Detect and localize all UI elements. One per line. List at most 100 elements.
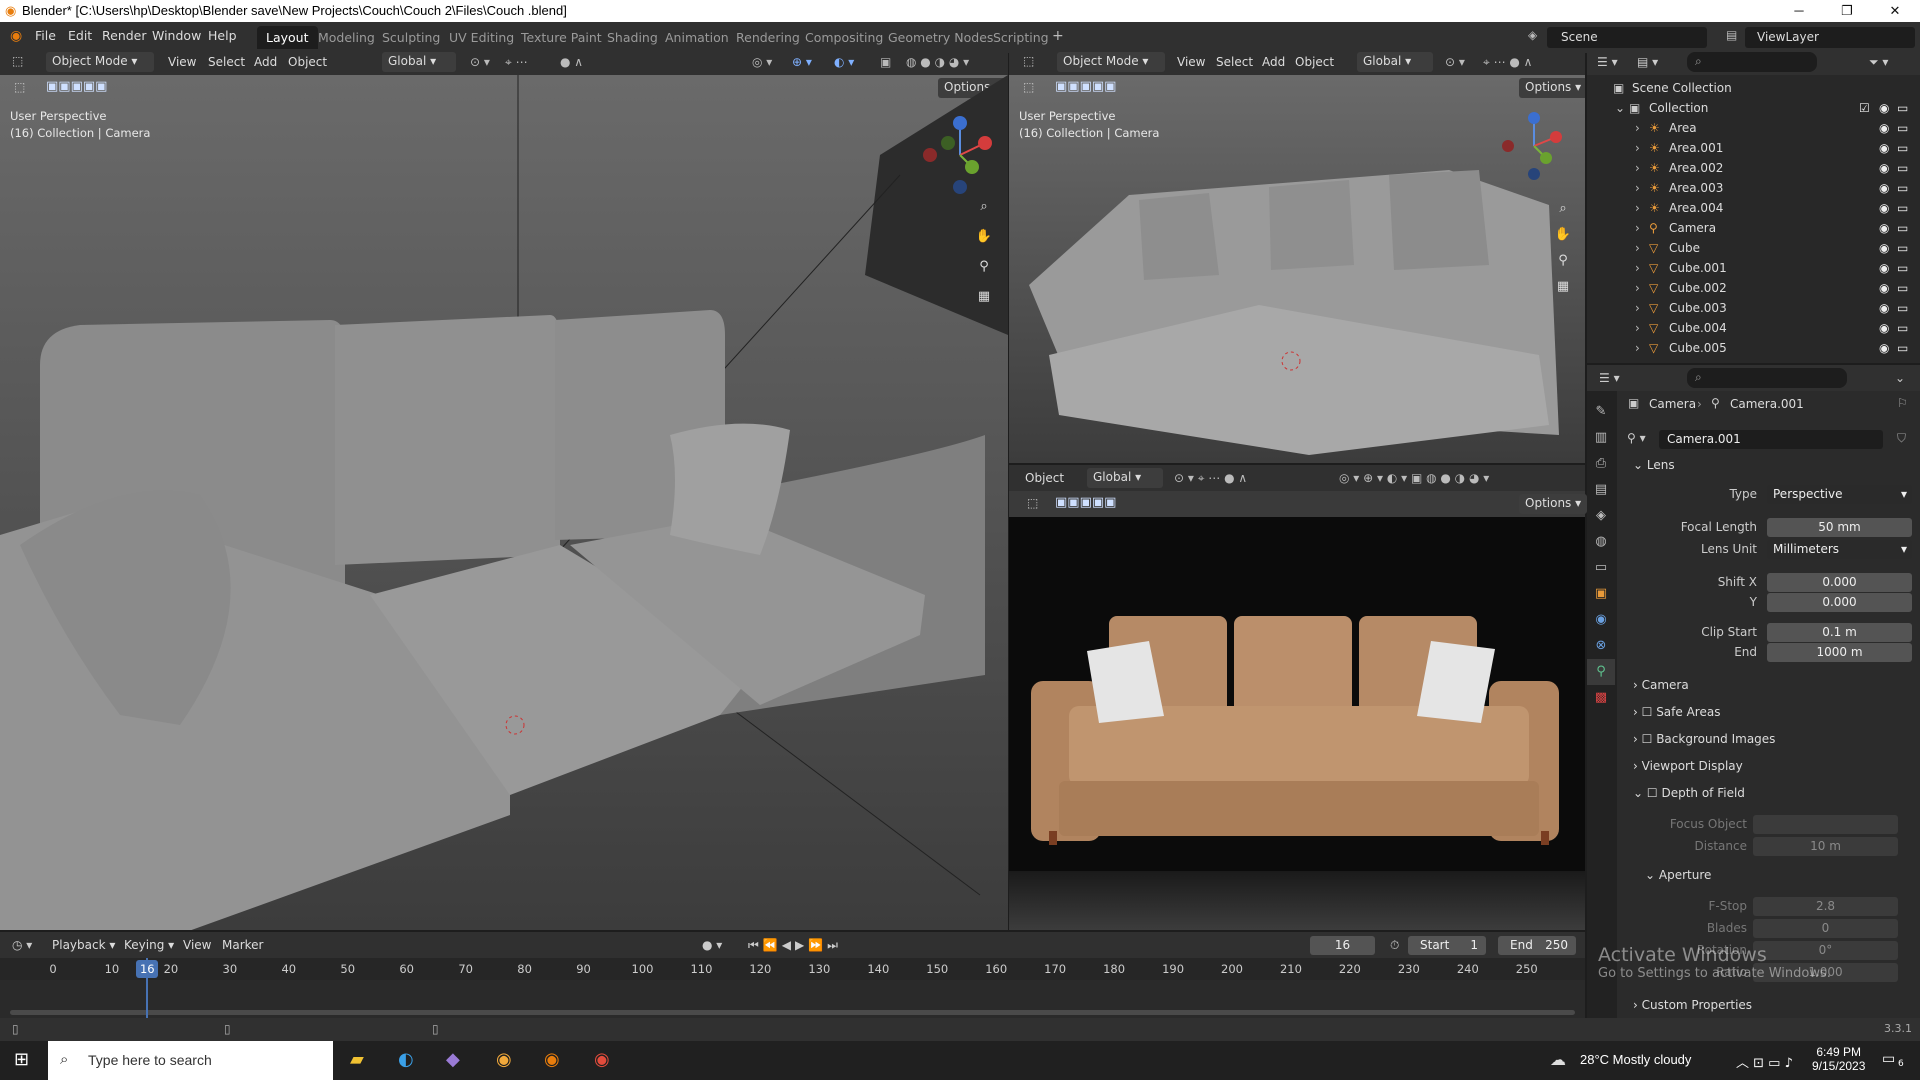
right-3d-viewport[interactable]: ⬚ ▣▣▣▣▣ Options ▾ User Perspective (16) …	[1009, 75, 1585, 463]
tab-sculpting[interactable]: Sculpting	[373, 26, 449, 49]
eye-icon[interactable]: ◉	[1879, 201, 1889, 215]
eye-icon[interactable]: ◉	[1879, 101, 1889, 115]
output-tab-icon[interactable]: ⎙	[1587, 451, 1615, 477]
gizmo-icon[interactable]: ⊕ ▾	[792, 55, 812, 69]
blades-field[interactable]: 0	[1753, 919, 1898, 938]
camera-icon[interactable]: ▭	[1897, 221, 1908, 235]
camera-icon[interactable]: ▭	[1897, 341, 1908, 355]
shield-icon[interactable]: ⛉	[1897, 431, 1906, 446]
camera-icon[interactable]: ▭	[1897, 321, 1908, 335]
physics-tab-icon[interactable]: ◉	[1587, 607, 1615, 633]
notification-icon[interactable]: ▭	[1882, 1051, 1895, 1067]
tab-uv-editing[interactable]: UV Editing	[440, 26, 523, 49]
pivot-icon[interactable]: ⊙ ▾ ⌖ ⋯ ● ∧	[1174, 471, 1247, 486]
playhead-frame-label[interactable]: 16	[136, 960, 159, 978]
expand-arrow-icon[interactable]: ⌄	[1615, 101, 1625, 115]
custom-properties-panel-header[interactable]: › Custom Properties	[1633, 998, 1752, 1012]
grid-view-icon[interactable]: ▦	[1551, 275, 1575, 299]
left-menu-object[interactable]: Object	[288, 55, 327, 69]
close-button[interactable]: ✕	[1872, 0, 1918, 22]
grid-view-icon[interactable]: ▦	[972, 285, 996, 309]
edge-icon[interactable]: ◐	[398, 1049, 414, 1070]
visibility-icon[interactable]: ◎ ▾ ⊕ ▾ ◐ ▾ ▣ ◍ ● ◑ ◕ ▾	[1339, 471, 1489, 485]
stopwatch-icon[interactable]: ⏱	[1390, 938, 1399, 953]
right-menu-select[interactable]: Select	[1216, 55, 1253, 69]
datablock-icon[interactable]: ⚲ ▾	[1627, 431, 1646, 445]
collection-tab-icon[interactable]: ▭	[1587, 555, 1615, 581]
outliner-item[interactable]: › ▽ Cube.005 ◉ ▭	[1587, 338, 1917, 358]
start-frame-field[interactable]: Start 1	[1408, 936, 1486, 955]
camera-view-icon[interactable]: ⚲	[972, 255, 996, 279]
tab-compositing[interactable]: Compositing	[796, 26, 892, 49]
depth-of-field-panel-header[interactable]: ⌄ ☐ Depth of Field	[1633, 786, 1745, 800]
expand-arrow-icon[interactable]: ›	[1635, 221, 1640, 235]
tray-icons[interactable]: ︿ ⊡ ▭ ♪	[1736, 1052, 1793, 1071]
texture-tab-icon[interactable]: ▩	[1587, 685, 1615, 711]
left-menu-view[interactable]: View	[168, 55, 196, 69]
overlay-icon[interactable]: ◐ ▾	[834, 55, 854, 69]
timeline-area[interactable]: 0 10 20 30 40 50 60 70 80 90 100 110 120 130 140 150 160…	[0, 958, 1585, 1018]
playback-controls-icon[interactable]: ⏮⏪◀▶⏩⏭	[748, 938, 842, 953]
camera-icon[interactable]: ▭	[1897, 261, 1908, 275]
fstop-field[interactable]: 2.8	[1753, 897, 1898, 916]
eye-icon[interactable]: ◉	[1879, 121, 1889, 135]
viewport-display-panel-header[interactable]: › Viewport Display	[1633, 759, 1743, 773]
camera-panel-header[interactable]: › Camera	[1633, 678, 1689, 692]
zoom-icon[interactable]: ⌕	[1551, 197, 1575, 221]
right-menu-add[interactable]: Add	[1262, 55, 1285, 69]
expand-arrow-icon[interactable]: ›	[1635, 201, 1640, 215]
constraints-tab-icon[interactable]: ⊗	[1587, 633, 1615, 659]
expand-arrow-icon[interactable]: ›	[1635, 241, 1640, 255]
outliner-item[interactable]: › ☀ Area.004 ◉ ▭	[1587, 198, 1917, 218]
eye-icon[interactable]: ◉	[1879, 261, 1889, 275]
camera-icon[interactable]: ▭	[1897, 241, 1908, 255]
safe-areas-panel-header[interactable]: › ☐ Safe Areas	[1633, 705, 1720, 719]
scene-collection-row[interactable]: ▣ Scene Collection	[1587, 78, 1917, 98]
pan-hand-icon[interactable]: ✋	[972, 225, 996, 249]
outliner-item[interactable]: › ▽ Cube ◉ ▭	[1587, 238, 1917, 258]
outliner-item[interactable]: › ☀ Area.003 ◉ ▭	[1587, 178, 1917, 198]
proportional-icon[interactable]: ● ∧	[560, 55, 583, 69]
outliner-item[interactable]: › ▽ Cube.004 ◉ ▭	[1587, 318, 1917, 338]
expand-arrow-icon[interactable]: ›	[1635, 321, 1640, 335]
snap-icon[interactable]: ⌖ ⋯	[505, 55, 528, 70]
outliner-item[interactable]: › ☀ Area ◉ ▭	[1587, 118, 1917, 138]
pin-icon[interactable]: ⚐	[1897, 396, 1908, 410]
end-frame-field[interactable]: End 250	[1498, 936, 1576, 955]
properties-search-input[interactable]: ⌕	[1687, 368, 1847, 388]
eye-icon[interactable]: ◉	[1879, 301, 1889, 315]
collection-row[interactable]: ⌄ ▣ Collection ☑ ◉ ▭	[1587, 98, 1917, 118]
camera-icon[interactable]: ▭	[1897, 301, 1908, 315]
left-menu-select[interactable]: Select	[208, 55, 245, 69]
editor-type-icon[interactable]: ⬚	[1023, 54, 1034, 68]
blender-menu-icon[interactable]: ◉	[10, 28, 22, 44]
chrome-icon[interactable]: ◉	[594, 1049, 610, 1070]
outliner-search-input[interactable]: ⌕	[1687, 52, 1817, 72]
camera-view-icon[interactable]: ⚲	[1551, 249, 1575, 273]
xray-icon[interactable]: ▣	[880, 55, 891, 69]
current-frame-field[interactable]: 16	[1310, 936, 1375, 955]
object-tab-icon[interactable]: ▣	[1587, 581, 1615, 607]
outliner-item[interactable]: › ▽ Cube.001 ◉ ▭	[1587, 258, 1917, 278]
outliner-item[interactable]: › ☀ Area.001 ◉ ▭	[1587, 138, 1917, 158]
expand-arrow-icon[interactable]: ›	[1635, 161, 1640, 175]
chevron-down-icon[interactable]: ⌄	[1895, 371, 1905, 385]
windows-start-icon[interactable]: ⊞	[14, 1049, 29, 1070]
frame-ruler[interactable]: 0 10 20 30 40 50 60 70 80 90 100 110 120 130 140 150 160…	[0, 958, 1585, 980]
filter-icon[interactable]: ⏷ ▾	[1869, 55, 1888, 70]
camera-icon[interactable]: ▭	[1897, 281, 1908, 295]
taskbar-search-box[interactable]: ⌕ Type here to search	[48, 1041, 333, 1080]
clip-start-field[interactable]: 0.1 m	[1767, 623, 1912, 642]
keying-menu[interactable]: Keying ▾	[124, 938, 174, 952]
camera-icon[interactable]: ▭	[1897, 161, 1908, 175]
scene-tab-icon[interactable]: ◈	[1587, 503, 1615, 529]
distance-field[interactable]: 10 m	[1753, 837, 1898, 856]
shift-x-field[interactable]: 0.000	[1767, 573, 1912, 592]
focal-length-field[interactable]: 50 mm	[1767, 518, 1912, 537]
camera-datablock-field[interactable]: Camera.001	[1659, 430, 1883, 449]
lens-type-dropdown[interactable]: Perspective ▾	[1767, 485, 1912, 504]
chrome-canary-icon[interactable]: ◉	[496, 1049, 512, 1070]
marker-menu[interactable]: Marker	[222, 938, 263, 952]
tab-animation[interactable]: Animation	[656, 26, 738, 49]
playback-menu[interactable]: Playback ▾	[52, 938, 115, 952]
